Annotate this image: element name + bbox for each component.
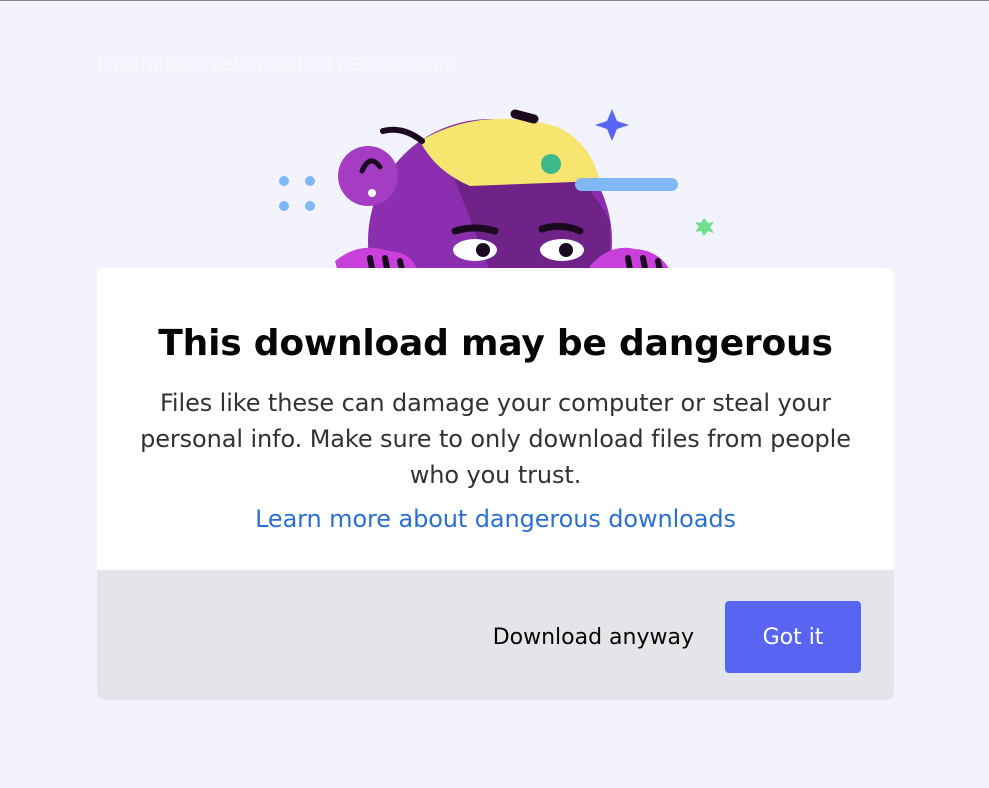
got-it-button[interactable]: Got it [725,601,861,673]
cap-brim [575,178,678,191]
green-sparkle-icon [695,218,714,236]
blue-sparkle-icon [595,109,629,141]
learn-more-link[interactable]: Learn more about dangerous downloads [255,501,736,537]
modal-title: This download may be dangerous [158,323,833,364]
dangerous-download-modal: This download may be dangerous Files lik… [97,268,894,700]
modal-footer: Download anyway Got it [97,570,894,700]
modal-body: This download may be dangerous Files lik… [97,268,894,570]
modal-description: Files like these can damage your compute… [140,389,851,489]
download-anyway-button[interactable]: Download anyway [483,601,704,673]
frame-label: Illustration Peek Standard / Base / Dark [98,54,457,76]
sparkle-dots-icon [279,176,315,211]
